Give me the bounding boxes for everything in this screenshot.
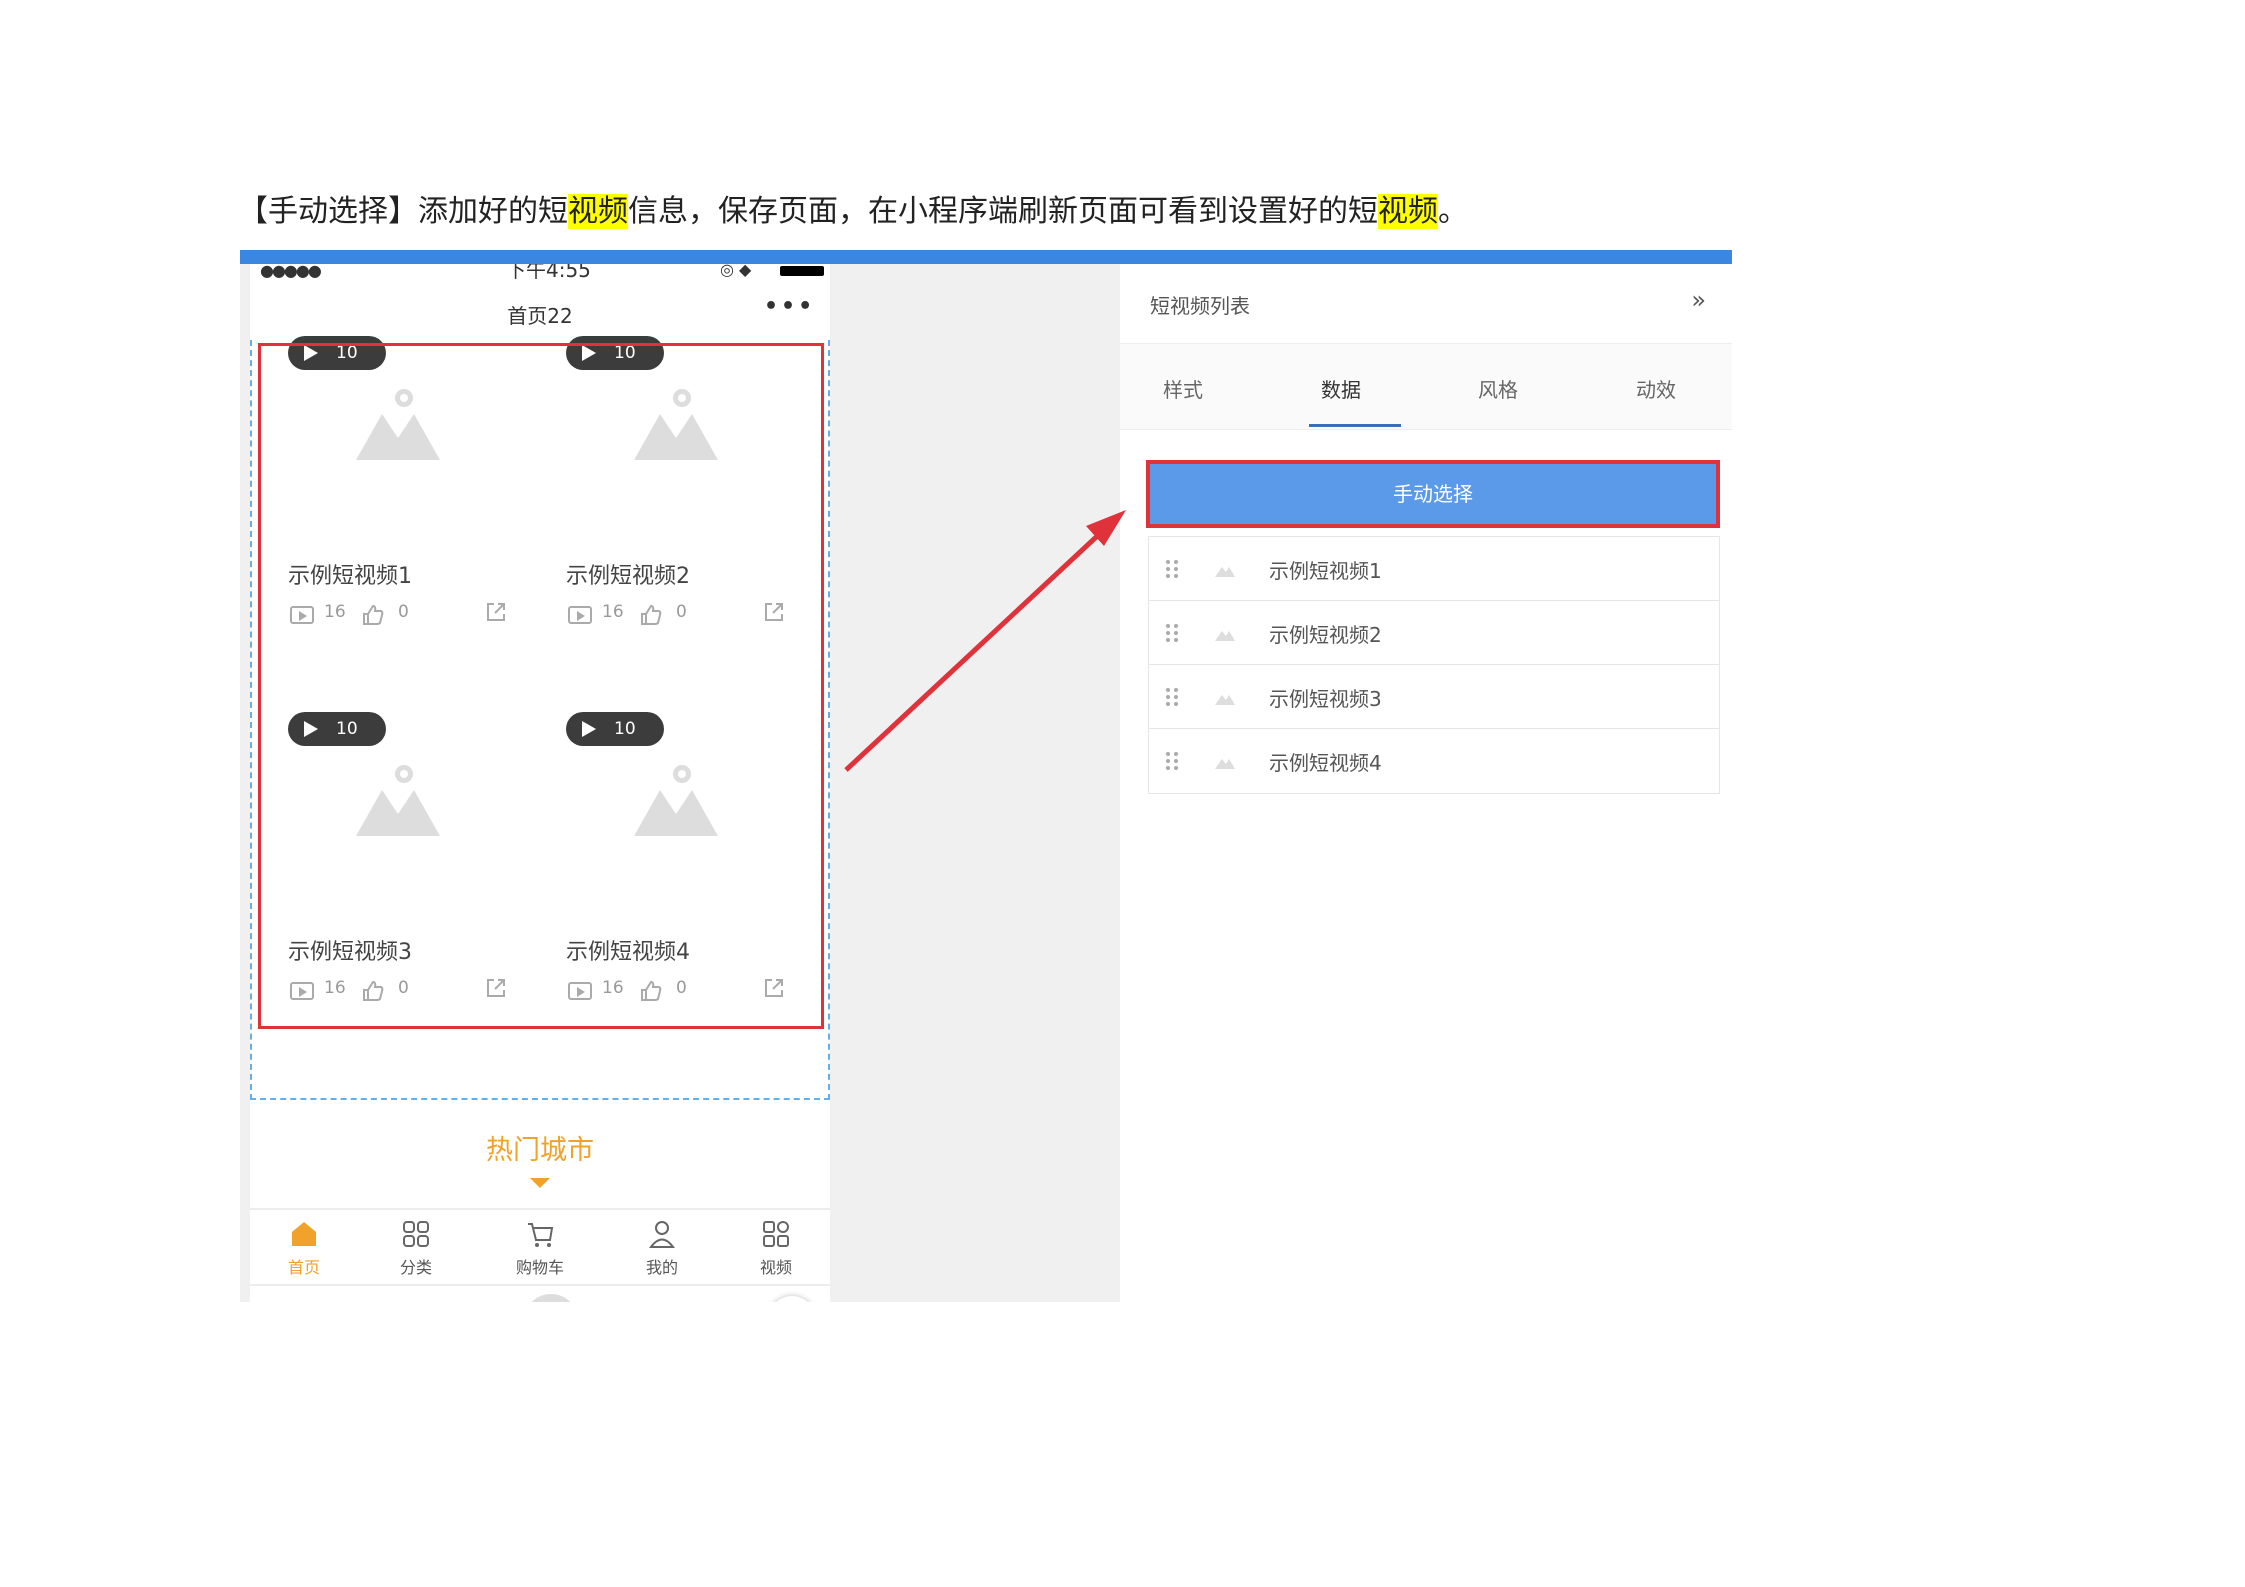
highlighted-word-1: 视频	[568, 194, 628, 229]
instruction-part-1: 【手动选择】添加好的短	[238, 194, 568, 229]
instruction-text: 【手动选择】添加好的短视频信息，保存页面，在小程序端刷新页面可看到设置好的短视频…	[238, 192, 1468, 232]
instruction-part-3: 。	[1438, 194, 1468, 229]
instruction-part-2: 信息，保存页面，在小程序端刷新页面可看到设置好的短	[628, 194, 1378, 229]
editor-screenshot: ●●●●● 下午4:55 ◎ ◆ 首页22 ••• 10 示例短视频1 16 0	[240, 250, 1732, 1302]
highlighted-word-2: 视频	[1378, 194, 1438, 229]
annotation-arrow	[844, 510, 1126, 772]
